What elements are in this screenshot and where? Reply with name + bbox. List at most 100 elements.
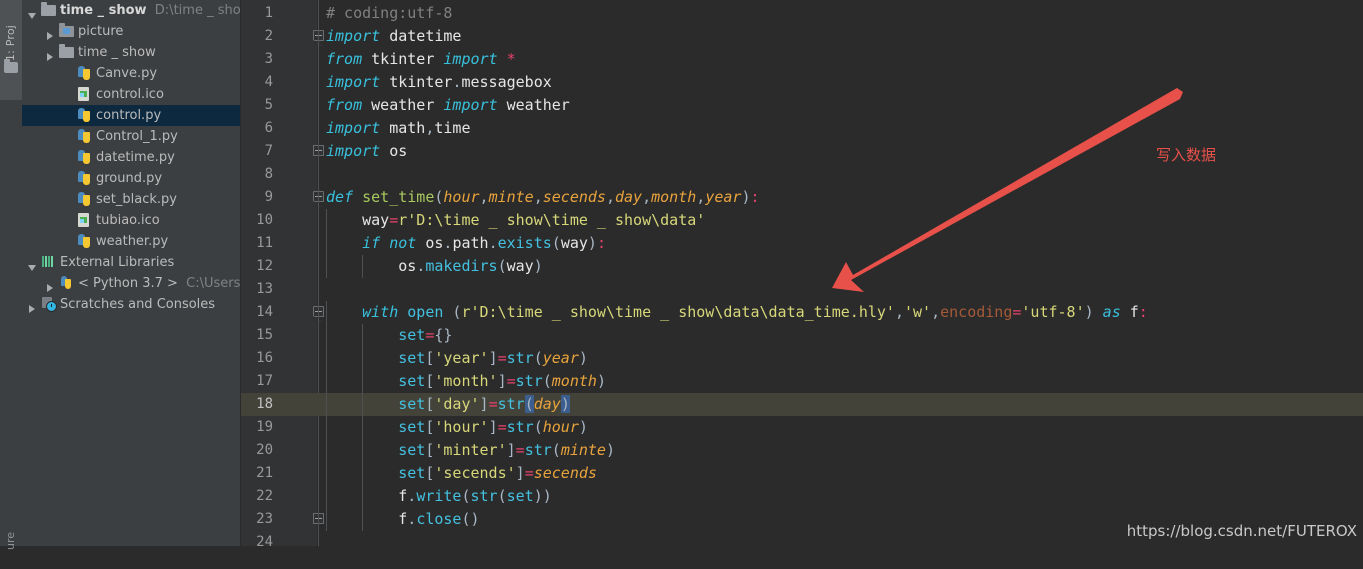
code-line[interactable]: os.makedirs(way) (317, 255, 1363, 278)
tree-item-datetime-py[interactable]: datetime.py (22, 147, 240, 168)
chevron-right-icon[interactable] (46, 53, 55, 62)
python-file-icon (77, 129, 92, 143)
folder-icon (59, 44, 74, 58)
no-chevron (64, 158, 73, 167)
indent-guide (326, 462, 327, 485)
structure-tool-tab-label[interactable]: ure (0, 513, 22, 569)
indent-guide (362, 462, 364, 485)
tree-item-label: weather.py (96, 234, 169, 249)
line-number: 19 (256, 419, 273, 435)
line-number: 18 (256, 396, 273, 412)
indent-guide (362, 255, 364, 278)
code-line[interactable]: import tkinter.messagebox (317, 71, 1363, 94)
line-number: 9 (264, 189, 273, 205)
tool-window-strip: 1: Proj ure (0, 0, 23, 550)
line-number: 15 (256, 327, 273, 343)
tree-item-ground-py[interactable]: ground.py (22, 168, 240, 189)
line-number: 16 (256, 350, 273, 366)
indent-guide (362, 370, 364, 393)
code-line[interactable]: set['hour']=str(hour) (317, 416, 1363, 439)
tree-item-label: datetime.py (96, 150, 175, 165)
tree-item-tubiao-ico[interactable]: tubiao.ico (22, 210, 240, 231)
tree-item-external-libraries[interactable]: External Libraries (22, 252, 240, 273)
no-chevron (64, 74, 73, 83)
line-number: 7 (264, 143, 273, 159)
folder-icon (41, 2, 56, 16)
image-file-icon (77, 213, 92, 227)
tree-item-label: Canve.py (96, 66, 158, 81)
indent-guide (362, 508, 364, 531)
indent-guide (362, 347, 364, 370)
annotation-label: 写入数据 (1156, 146, 1217, 164)
chevron-right-icon[interactable] (46, 32, 55, 41)
indent-guide (326, 508, 327, 531)
indent-guide (326, 347, 327, 370)
tree-item-time-show[interactable]: time _ show (22, 42, 240, 63)
python-file-icon (77, 171, 92, 185)
line-number: 13 (256, 281, 273, 297)
code-line[interactable]: f.write(str(set)) (317, 485, 1363, 508)
no-chevron (64, 116, 73, 125)
tree-item-set-black-py[interactable]: set_black.py (22, 189, 240, 210)
tree-item-label: Control_1.py (96, 129, 178, 144)
indent-guide (362, 393, 364, 416)
code-line[interactable]: set['day']=str(day) (317, 393, 1363, 416)
chevron-right-icon[interactable] (28, 305, 37, 314)
tree-item-canve-py[interactable]: Canve.py (22, 63, 240, 84)
tree-item-label: < Python 3.7 > (78, 276, 178, 291)
tree-item-label: time _ show (78, 45, 156, 60)
indent-guide (362, 324, 364, 347)
tree-item-scratches-and-consoles[interactable]: Scratches and Consoles (22, 294, 240, 315)
code-line[interactable] (317, 278, 1363, 301)
line-number: 21 (256, 465, 273, 481)
line-number: 4 (264, 74, 273, 90)
tree-item-control-py[interactable]: control.py (22, 105, 240, 126)
line-number: 2 (264, 28, 273, 44)
code-line[interactable]: import math,time (317, 117, 1363, 140)
code-line[interactable]: # coding:utf-8 (317, 2, 1363, 25)
tree-item-label: External Libraries (60, 255, 175, 270)
tree-item-label: Scratches and Consoles (60, 297, 216, 312)
no-chevron (64, 221, 73, 230)
code-line[interactable]: with open (r'D:\time _ show\time _ show\… (317, 301, 1363, 324)
code-line[interactable]: set['year']=str(year) (317, 347, 1363, 370)
code-line[interactable]: from tkinter import * (317, 48, 1363, 71)
tree-item-control-1-py[interactable]: Control_1.py (22, 126, 240, 147)
no-chevron (64, 95, 73, 104)
code-line[interactable]: if not os.path.exists(way): (317, 232, 1363, 255)
code-line[interactable]: from weather import weather (317, 94, 1363, 117)
indent-guide (326, 485, 327, 508)
indent-guide (326, 255, 327, 278)
chevron-right-icon[interactable] (46, 284, 55, 293)
line-number: 14 (256, 304, 273, 320)
chevron-down-icon[interactable] (28, 11, 37, 20)
tree-item-secondary: D:\time _ show (146, 3, 241, 18)
tree-item-python-3-7[interactable]: < Python 3.7 > C:\Users\a3 (22, 273, 240, 294)
python-interpreter-icon (59, 276, 74, 290)
code-editor[interactable]: 1 2 3 4 5 6 7 8 9 10 11 12 13 14 15 16 17 18 19 20 21 22 23 24 … (241, 0, 1363, 546)
code-content[interactable]: # coding:utf-8 import datetime from tkinte… (317, 2, 1363, 546)
no-chevron (64, 200, 73, 209)
indent-guide (362, 485, 364, 508)
code-line[interactable]: import datetime (317, 25, 1363, 48)
code-line[interactable] (317, 163, 1363, 186)
line-number: 11 (256, 235, 273, 251)
tree-item-control-ico[interactable]: control.ico (22, 84, 240, 105)
code-line[interactable]: def set_time(hour,minte,secends,day,mont… (317, 186, 1363, 209)
code-line[interactable]: set={} (317, 324, 1363, 347)
chevron-down-icon[interactable] (28, 263, 37, 272)
tree-item-weather-py[interactable]: weather.py (22, 231, 240, 252)
code-line[interactable]: set['month']=str(month) (317, 370, 1363, 393)
tree-item-time-show[interactable]: time _ show D:\time _ show (22, 0, 240, 21)
code-line[interactable]: set['minter']=str(minte) (317, 439, 1363, 462)
line-number: 3 (264, 51, 273, 67)
editor-gutter[interactable]: 1 2 3 4 5 6 7 8 9 10 11 12 13 14 15 16 17 18 19 20 21 22 23 24 (241, 0, 324, 546)
indent-guide (326, 370, 327, 393)
indent-guide (326, 301, 327, 324)
project-tree-panel[interactable]: time _ show D:\time _ show picture time _ … (22, 0, 241, 546)
code-line[interactable]: set['secends']=secends (317, 462, 1363, 485)
indent-guide (326, 209, 327, 232)
project-tool-tab[interactable]: 1: Proj (0, 0, 22, 100)
code-line[interactable]: way=r'D:\time _ show\time _ show\data' (317, 209, 1363, 232)
tree-item-picture[interactable]: picture (22, 21, 240, 42)
